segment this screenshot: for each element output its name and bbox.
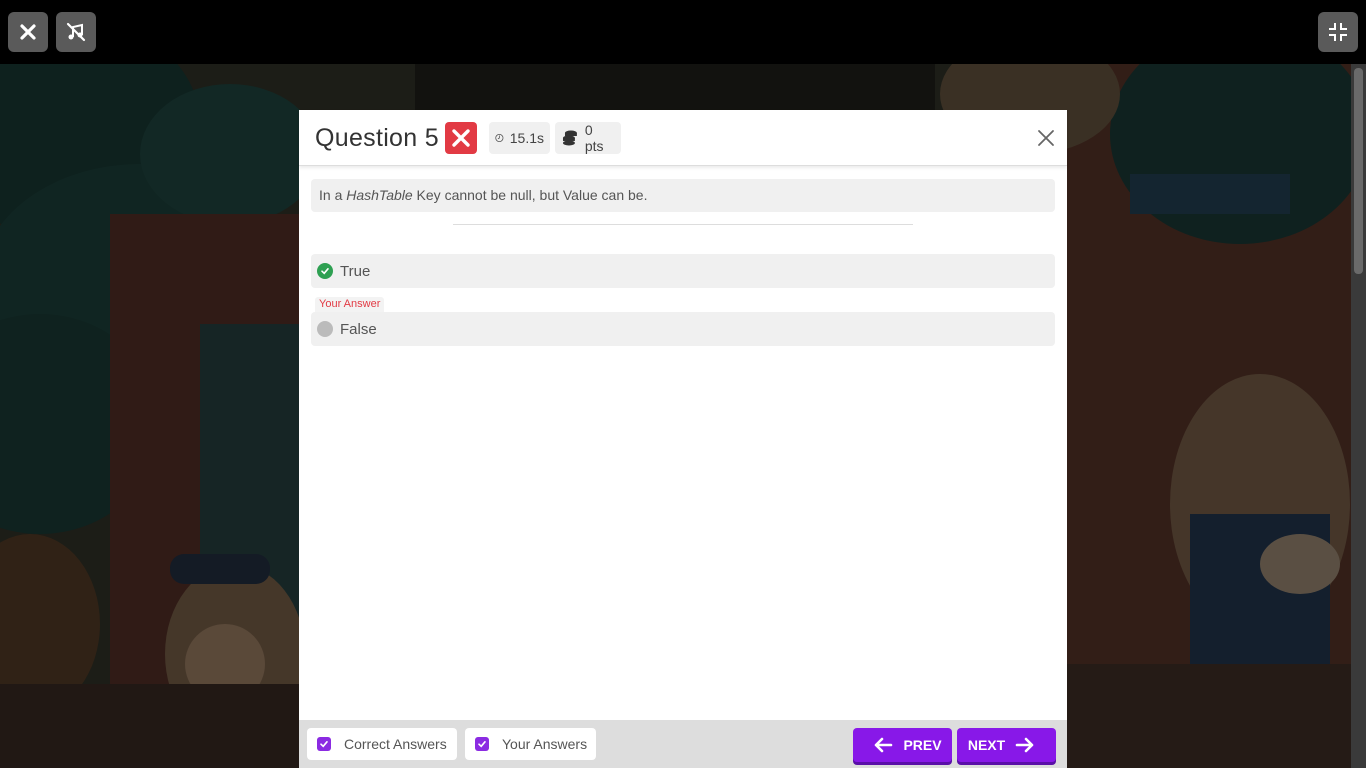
- next-button[interactable]: NEXT: [957, 728, 1056, 762]
- question-text: In a HashTable Key cannot be null, but V…: [311, 179, 1055, 212]
- time-taken-pill: 15.1s: [489, 122, 550, 154]
- modal-close-button[interactable]: [1036, 128, 1056, 148]
- wrong-badge: [445, 122, 477, 154]
- coins-icon: [562, 130, 577, 146]
- modal-footer: Correct Answers Your Answers PREV NEXT: [299, 720, 1067, 768]
- question-title: Question 5: [315, 124, 439, 152]
- question-suffix: Key cannot be null, but Value can be.: [412, 187, 648, 203]
- correct-answers-label: Correct Answers: [344, 736, 447, 752]
- question-prefix: In a: [319, 187, 347, 203]
- close-icon: [20, 24, 36, 40]
- exit-fullscreen-icon: [1329, 23, 1347, 41]
- wrong-icon: [452, 129, 470, 147]
- modal-header: Question 5 15.1s 0 pts: [299, 110, 1067, 166]
- question-emphasis: HashTable: [346, 187, 413, 203]
- close-icon: [1038, 130, 1054, 146]
- scrollbar-thumb[interactable]: [1354, 68, 1363, 274]
- option-true: True: [311, 254, 1055, 288]
- next-label: NEXT: [967, 737, 1006, 753]
- checkbox-checked-icon: [475, 737, 489, 751]
- top-bar: [0, 0, 1366, 64]
- option-false: False: [311, 312, 1055, 346]
- correct-check-icon: [317, 263, 333, 279]
- divider: [453, 224, 913, 225]
- correct-answers-toggle[interactable]: Correct Answers: [307, 728, 457, 760]
- prev-button[interactable]: PREV: [853, 728, 952, 762]
- question-review-modal: Question 5 15.1s 0 pts In a HashTable Ke…: [299, 110, 1067, 768]
- your-answer-tag: Your Answer: [315, 297, 385, 312]
- close-quiz-button[interactable]: [8, 12, 48, 52]
- music-toggle-button[interactable]: [56, 12, 96, 52]
- your-answers-toggle[interactable]: Your Answers: [465, 728, 596, 760]
- music-off-icon: [66, 22, 86, 42]
- arrow-left-icon: [875, 737, 893, 753]
- option-label: True: [340, 262, 371, 280]
- option-label: False: [340, 320, 377, 338]
- your-answers-label: Your Answers: [502, 736, 588, 752]
- checkbox-checked-icon: [317, 737, 331, 751]
- arrow-right-icon: [1015, 737, 1034, 753]
- clock-icon: [495, 133, 504, 143]
- points-pill: 0 pts: [555, 122, 621, 154]
- points-value: 0 pts: [584, 122, 604, 154]
- unselected-dot-icon: [317, 321, 333, 337]
- page-scrollbar[interactable]: [1351, 64, 1366, 768]
- exit-fullscreen-button[interactable]: [1318, 12, 1358, 52]
- prev-label: PREV: [903, 737, 942, 753]
- time-taken-value: 15.1s: [509, 130, 544, 146]
